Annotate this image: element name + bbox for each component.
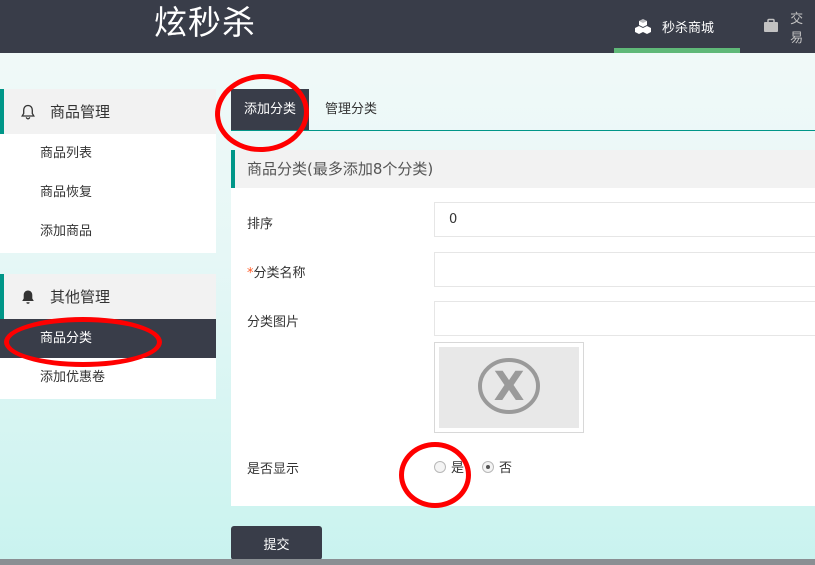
display-label: 是否显示 (247, 462, 300, 477)
nav-item-label: 秒杀商城 (662, 21, 715, 36)
sidebar-item-product-list[interactable]: 商品列表 (0, 134, 216, 173)
radio-label: 否 (499, 461, 513, 476)
tab-bar: 添加分类 管理分类 (231, 89, 815, 131)
bottom-strip (0, 559, 815, 565)
category-image-label: 分类图片 (247, 315, 300, 330)
radio-circle-checked[interactable] (482, 460, 494, 473)
nav-item-seckill-mall[interactable]: 秒杀商城 (614, 0, 740, 53)
sort-label: 排序 (247, 217, 274, 232)
radio-label: 是 (451, 461, 465, 476)
sidebar-item-add-product[interactable]: 添加商品 (0, 212, 216, 251)
tab-manage-category[interactable]: 管理分类 (325, 89, 377, 130)
category-name-label: *分类名称 (247, 262, 306, 281)
sidebar-item-product-category[interactable]: 商品分类 (0, 319, 216, 358)
sidebar-group-header[interactable]: 商品管理 (0, 89, 216, 134)
sidebar-item-add-coupon[interactable]: 添加优惠卷 (0, 358, 216, 397)
sidebar-item-product-restore[interactable]: 商品恢复 (0, 173, 216, 212)
sidebar-group-title: 其他管理 (50, 288, 111, 306)
sidebar-group-other-management: 其他管理 商品分类 添加优惠卷 (0, 274, 216, 399)
display-radio-yes[interactable]: 是 (434, 457, 464, 476)
submit-button[interactable]: 提交 (231, 526, 322, 560)
sidebar-group-product-management: 商品管理 商品列表 商品恢复 添加商品 (0, 89, 216, 253)
briefcase-icon (763, 18, 780, 36)
bell-solid-icon (20, 289, 36, 305)
nav-item-label: 交易 (790, 11, 804, 46)
image-preview[interactable]: X (434, 342, 584, 433)
tab-add-category[interactable]: 添加分类 (231, 89, 309, 130)
brand-logo-text: 炫秒杀 (154, 3, 256, 42)
nav-item-trade[interactable]: 交易 (763, 0, 815, 53)
radio-circle[interactable] (434, 460, 446, 473)
category-name-label-text: 分类名称 (253, 266, 306, 281)
category-form-panel: 商品分类(最多添加8个分类) 排序 *分类名称 分类图片 X 是否显示 是 否 (231, 150, 815, 506)
top-header: 炫秒杀 秒杀商城 交易 (0, 0, 815, 53)
category-name-input[interactable] (434, 252, 815, 287)
sort-input[interactable] (434, 202, 815, 237)
image-placeholder: X (439, 347, 579, 428)
cubes-icon (634, 18, 652, 36)
svg-text:X: X (494, 364, 525, 410)
sidebar-group-title: 商品管理 (50, 103, 111, 121)
bell-outline-icon (20, 104, 36, 120)
category-image-input[interactable] (434, 301, 815, 336)
sidebar-group-header[interactable]: 其他管理 (0, 274, 216, 319)
display-radio-no[interactable]: 否 (482, 457, 512, 476)
panel-title: 商品分类(最多添加8个分类) (231, 150, 815, 188)
broken-image-x-icon: X (477, 357, 541, 419)
